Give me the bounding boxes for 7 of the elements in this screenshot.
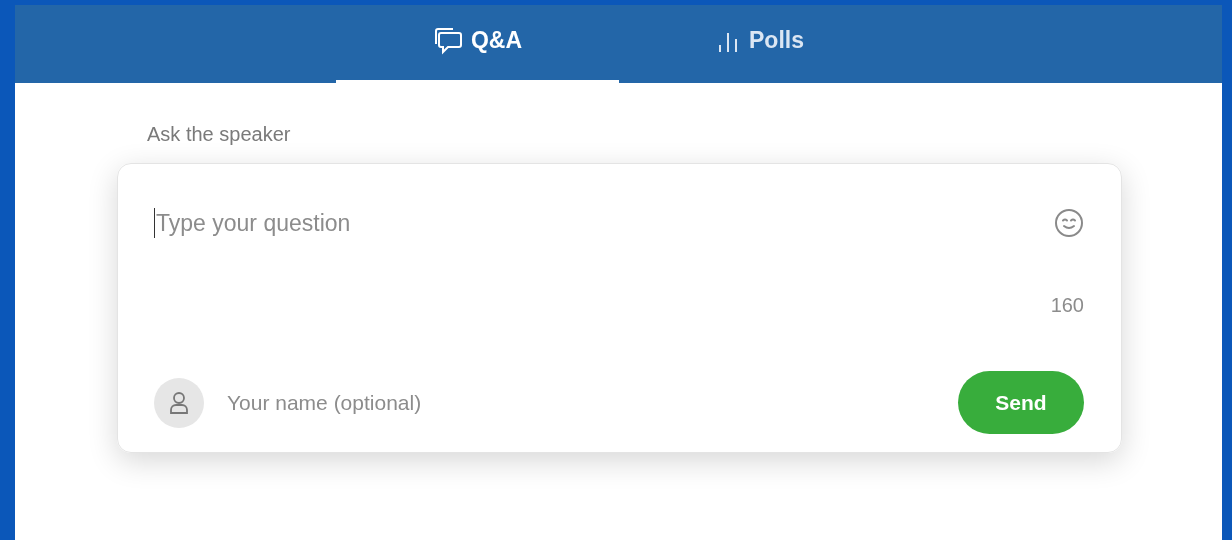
chat-bubbles-icon xyxy=(432,26,463,55)
character-count: 160 xyxy=(1050,294,1084,317)
tab[interactable]: Polls xyxy=(619,5,902,83)
form-label: Ask the speaker xyxy=(147,123,292,146)
smiley-icon[interactable] xyxy=(1054,208,1084,238)
avatar-icon xyxy=(154,377,204,428)
send-button[interactable]: Send xyxy=(958,371,1084,434)
